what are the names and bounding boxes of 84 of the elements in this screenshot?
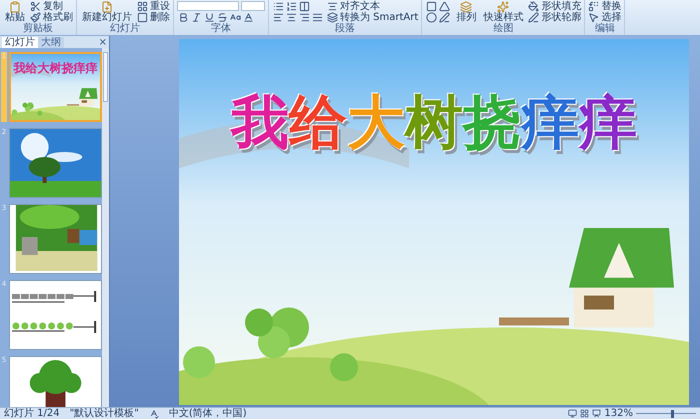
case-icon <box>230 12 241 22</box>
shape-outline-icon <box>528 12 540 22</box>
shape-outline-button[interactable]: 形状轮廓 <box>528 12 582 22</box>
shape-fill-button[interactable]: 形状填充 <box>528 0 582 12</box>
panel-tab[interactable]: 幻灯片 <box>2 37 38 48</box>
underline-button[interactable] <box>203 12 216 22</box>
zoom-thumb[interactable] <box>671 410 674 418</box>
slide-title: 我给大树挠痒痒 <box>231 87 637 157</box>
group-label: 字体 <box>210 23 232 34</box>
numbering-button[interactable] <box>285 0 298 12</box>
justify-button[interactable] <box>311 12 324 22</box>
columns-icon <box>299 0 310 12</box>
paste-icon <box>9 0 21 12</box>
group-label: 幻灯片 <box>109 23 141 34</box>
delete-button[interactable]: 删除 <box>137 12 170 22</box>
slideshow-icon[interactable] <box>592 409 602 418</box>
reset-button[interactable]: 重设 <box>137 0 170 12</box>
group-label: 绘图 <box>492 23 514 34</box>
line-icon <box>439 12 450 22</box>
slide-counter: 幻灯片 1/24 <box>4 408 60 419</box>
triangle-button[interactable] <box>438 0 452 12</box>
line-button[interactable] <box>438 12 452 22</box>
copy-icon <box>30 0 41 12</box>
triangle-icon <box>439 0 450 12</box>
rectangle-icon <box>426 0 438 12</box>
group-label: 剪贴板 <box>22 23 54 34</box>
align-right-icon <box>299 12 310 22</box>
paste-button[interactable]: 粘贴 <box>3 0 27 22</box>
replace-icon <box>588 0 600 12</box>
shape-fill-icon <box>528 0 540 12</box>
spellcheck-icon[interactable] <box>148 408 159 418</box>
close-button[interactable]: × <box>98 37 107 48</box>
scrollbar[interactable] <box>102 48 109 407</box>
numbering-icon <box>286 0 297 12</box>
reset-icon <box>137 0 148 12</box>
font-color-icon <box>243 12 254 22</box>
group-label: 编辑 <box>594 23 616 34</box>
select-icon <box>588 12 600 22</box>
underline-icon <box>204 12 215 22</box>
oval-button[interactable] <box>425 12 438 22</box>
align-left-button[interactable] <box>272 12 285 22</box>
smartart-icon <box>327 12 338 22</box>
quick-styles-button[interactable]: 快速样式 <box>481 0 526 22</box>
copy-button[interactable]: 复制 <box>30 0 73 12</box>
language: 中文(简体，中国) <box>168 408 247 419</box>
bold-icon <box>178 12 189 22</box>
select-button[interactable]: 选择 <box>588 12 622 22</box>
font-color-button[interactable] <box>242 12 255 22</box>
italic-icon <box>191 12 202 22</box>
quick-styles-icon <box>497 0 510 12</box>
zoom-slider[interactable] <box>636 410 696 418</box>
arrange-button[interactable]: 排列 <box>454 0 478 22</box>
font-name-field[interactable] <box>177 0 239 10</box>
arrange-icon <box>460 0 472 12</box>
align-center-icon <box>286 12 297 22</box>
group-label: 段落 <box>334 23 356 34</box>
justify-icon <box>312 12 323 22</box>
case-button[interactable] <box>229 12 242 22</box>
bullets-icon <box>273 0 284 12</box>
align-right-button[interactable] <box>298 12 311 22</box>
delete-icon <box>137 12 148 22</box>
align-text-icon <box>327 0 338 12</box>
oval-icon <box>426 12 438 22</box>
format-painter-icon <box>30 12 41 22</box>
normal-view-icon[interactable] <box>568 409 578 418</box>
new-slide-button[interactable]: 新建幻灯片 <box>80 0 134 22</box>
align-center-button[interactable] <box>285 12 298 22</box>
sorter-view-icon[interactable] <box>580 409 590 418</box>
new-slide-icon <box>101 0 113 12</box>
thumbnail-title: 我给大树挠痒痒 <box>12 62 98 75</box>
align-text-button[interactable]: 对齐文本 <box>327 0 418 12</box>
italic-button[interactable] <box>190 12 203 22</box>
rectangle-button[interactable] <box>425 0 438 12</box>
format-painter-button[interactable]: 格式刷 <box>30 12 73 22</box>
smartart-button[interactable]: 转换为 SmartArt <box>327 12 418 22</box>
theme-name: "默认设计模板" <box>70 408 139 419</box>
columns-button[interactable] <box>298 0 311 12</box>
strikethrough-button[interactable] <box>216 12 229 22</box>
strikethrough-icon <box>217 12 228 22</box>
panel-tab[interactable]: 大纲 <box>38 37 64 48</box>
replace-button[interactable]: 替换 <box>588 0 622 12</box>
font-size-field[interactable] <box>241 0 265 10</box>
align-left-icon <box>273 12 284 22</box>
zoom-level: 132% <box>604 408 633 419</box>
